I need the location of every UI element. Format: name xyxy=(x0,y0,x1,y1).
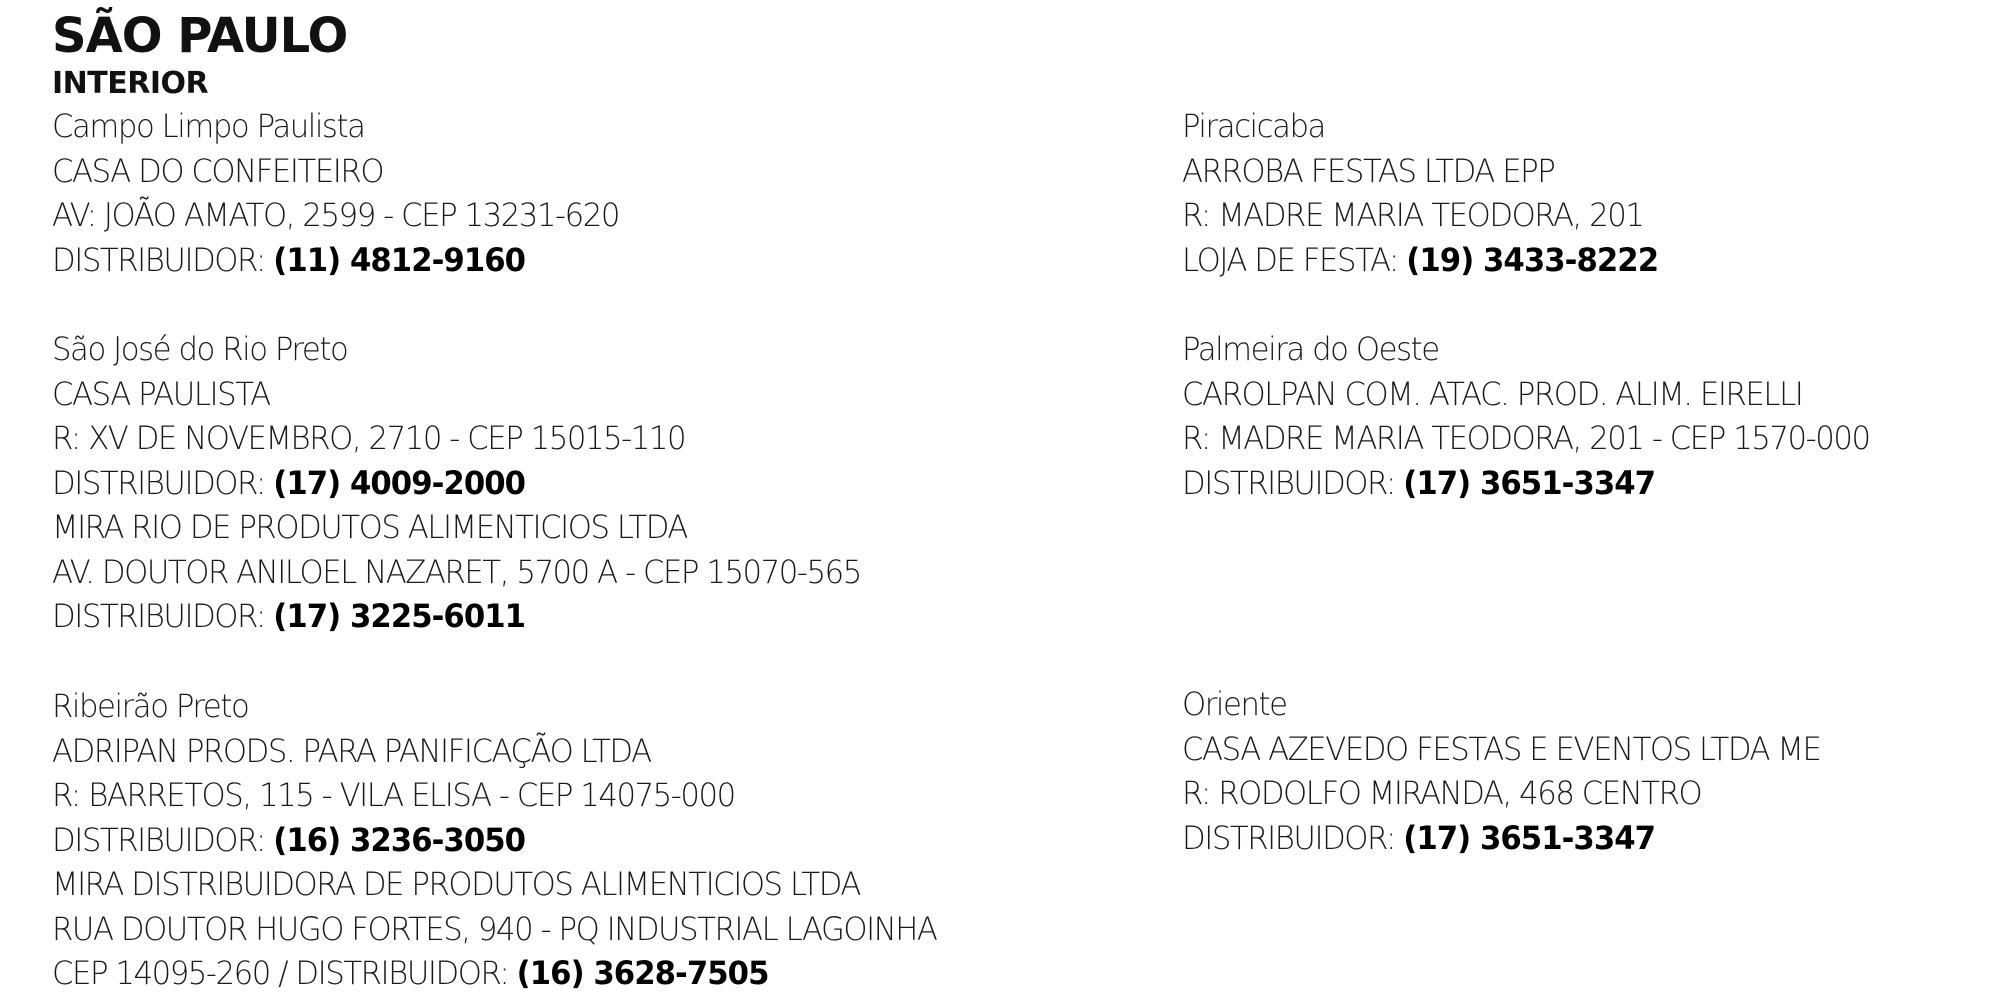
store-line: LOJA DE FESTA: (19) 3433-8222 xyxy=(1182,240,1659,279)
store-entry: Piracicaba ARROBA FESTAS LTDA EPP R: MAD… xyxy=(1182,104,1678,282)
store-line: AV: JOÃO AMATO, 2599 - CEP 13231-620 xyxy=(52,196,620,234)
city-name: Oriente xyxy=(1182,685,1288,723)
store-line: CAROLPAN COM. ATAC. PROD. ALIM. EIRELLI xyxy=(1182,374,1804,413)
store-line: ARROBA FESTAS LTDA EPP xyxy=(1182,151,1556,190)
store-line: CASA DO CONFEITEIRO xyxy=(52,151,385,190)
store-line: DISTRIBUIDOR: (17) 3651-3347 xyxy=(1182,818,1656,857)
store-line: MIRA RIO DE PRODUTOS ALIMENTICIOS LTDA xyxy=(52,508,688,546)
store-line: AV. DOUTOR ANILOEL NAZARET, 5700 A - CEP… xyxy=(52,552,862,591)
store-line: DISTRIBUIDOR: (17) 4009-2000 xyxy=(52,463,526,502)
page-title: SÃO PAULO xyxy=(52,8,348,64)
phone-number: (16) 3628-7505 xyxy=(516,954,770,992)
phone-number: (19) 3433-8222 xyxy=(1406,240,1659,279)
store-entry: Oriente CASA AZEVEDO FESTAS E EVENTOS LT… xyxy=(1182,682,1847,860)
store-line: ADRIPAN PRODS. PARA PANIFICAÇÃO LTDA xyxy=(52,731,652,770)
store-line: DISTRIBUIDOR: (17) 3225-6011 xyxy=(52,597,526,635)
store-entry: São José do Rio Preto CASA PAULISTA R: X… xyxy=(52,327,895,639)
phone-number: (16) 3236-3050 xyxy=(273,820,526,859)
store-line: R: XV DE NOVEMBRO, 2710 - CEP 15015-110 xyxy=(52,419,687,457)
phone-number: (17) 3225-6011 xyxy=(273,597,526,635)
city-name: Piracicaba xyxy=(1182,107,1326,145)
store-line: DISTRIBUIDOR: (17) 3651-3347 xyxy=(1182,463,1656,502)
city-name: Campo Limpo Paulista xyxy=(52,107,366,145)
phone-number: (17) 3651-3347 xyxy=(1403,818,1656,857)
page-subtitle: INTERIOR xyxy=(52,66,209,101)
store-line: DISTRIBUIDOR: (16) 3236-3050 xyxy=(52,820,526,859)
store-line: RUA DOUTOR HUGO FORTES, 940 - PQ INDUSTR… xyxy=(52,909,938,948)
store-line: R: RODOLFO MIRANDA, 468 CENTRO xyxy=(1182,774,1703,812)
city-name: São José do Rio Preto xyxy=(52,330,349,368)
store-line: MIRA DISTRIBUIDORA DE PRODUTOS ALIMENTIC… xyxy=(52,865,861,903)
store-line: CEP 14095-260 / DISTRIBUIDOR: (16) 3628-… xyxy=(52,954,770,992)
store-line: CASA AZEVEDO FESTAS E EVENTOS LTDA ME xyxy=(1182,729,1822,768)
store-line: CASA PAULISTA xyxy=(52,374,271,413)
store-entry: Campo Limpo Paulista CASA DO CONFEITEIRO… xyxy=(52,104,643,282)
phone-number: (17) 3651-3347 xyxy=(1403,463,1656,502)
city-name: Palmeira do Oeste xyxy=(1182,330,1440,368)
store-entry: Palmeira do Oeste CAROLPAN COM. ATAC. PR… xyxy=(1182,327,1898,505)
store-line: R: MADRE MARIA TEODORA, 201 - CEP 1570-0… xyxy=(1182,419,1871,457)
phone-number: (11) 4812-9160 xyxy=(273,240,526,279)
city-name: Ribeirão Preto xyxy=(52,687,250,725)
store-line: DISTRIBUIDOR: (11) 4812-9160 xyxy=(52,240,526,279)
store-line: R: BARRETOS, 115 - VILA ELISA - CEP 1407… xyxy=(52,776,736,814)
store-line: R: MADRE MARIA TEODORA, 201 xyxy=(1182,196,1645,234)
store-entry: Ribeirão Preto ADRIPAN PRODS. PARA PANIF… xyxy=(52,684,973,996)
phone-number: (17) 4009-2000 xyxy=(273,463,526,502)
